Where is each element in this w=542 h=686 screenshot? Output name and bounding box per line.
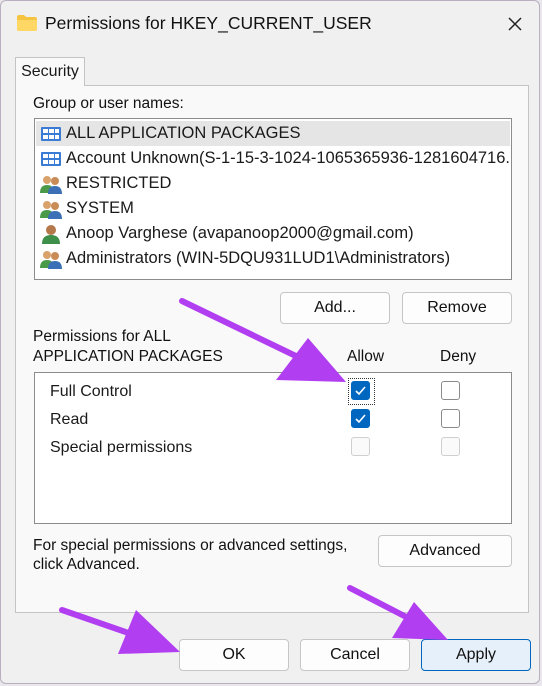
user-label: Administrators (WIN-5DQU931LUD1\Administ… bbox=[66, 249, 451, 267]
list-item[interactable]: SYSTEM bbox=[36, 196, 510, 221]
list-item[interactable]: Account Unknown(S-1-15-3-1024-1065365936… bbox=[36, 146, 510, 171]
group-users-icon bbox=[40, 175, 62, 194]
special-deny-checkbox bbox=[441, 437, 460, 456]
list-item[interactable]: ALL APPLICATION PACKAGES bbox=[36, 121, 510, 146]
single-user-icon bbox=[42, 224, 60, 244]
folder-icon bbox=[17, 15, 37, 31]
advanced-hint-line1: For special permissions or advanced sett… bbox=[33, 537, 348, 554]
add-button[interactable]: Add... bbox=[280, 292, 390, 324]
user-list[interactable]: ALL APPLICATION PACKAGES Account Unknown… bbox=[34, 118, 512, 280]
permissions-dialog: Permissions for HKEY_CURRENT_USER Securi… bbox=[0, 0, 540, 684]
user-label: Account Unknown(S-1-15-3-1024-1065365936… bbox=[66, 149, 510, 167]
cancel-button[interactable]: Cancel bbox=[300, 639, 410, 671]
permission-read: Read bbox=[50, 411, 89, 428]
title-bar: Permissions for HKEY_CURRENT_USER bbox=[1, 1, 539, 47]
user-label: ALL APPLICATION PACKAGES bbox=[66, 124, 301, 142]
ok-button[interactable]: OK bbox=[179, 639, 289, 671]
tab-security[interactable]: Security bbox=[15, 57, 85, 86]
full-control-allow-checkbox[interactable] bbox=[351, 381, 370, 400]
permissions-heading-line2: APPLICATION PACKAGES bbox=[33, 348, 223, 365]
user-label: RESTRICTED bbox=[66, 174, 172, 192]
remove-button[interactable]: Remove bbox=[402, 292, 512, 324]
advanced-button[interactable]: Advanced bbox=[378, 535, 512, 567]
advanced-hint-line2: click Advanced. bbox=[33, 556, 140, 573]
list-item[interactable]: RESTRICTED bbox=[36, 171, 510, 196]
user-label: Anoop Varghese (avapanoop2000@gmail.com) bbox=[66, 224, 414, 242]
apply-button[interactable]: Apply bbox=[421, 639, 531, 671]
app-packages-icon bbox=[41, 126, 61, 141]
deny-column-header: Deny bbox=[440, 348, 477, 365]
list-item[interactable]: Administrators (WIN-5DQU931LUD1\Administ… bbox=[36, 246, 510, 271]
allow-column-header: Allow bbox=[347, 348, 385, 365]
permissions-heading-line1: Permissions for ALL bbox=[33, 328, 171, 345]
permission-special: Special permissions bbox=[50, 439, 193, 456]
close-icon bbox=[508, 17, 522, 31]
special-allow-checkbox bbox=[351, 437, 370, 456]
group-names-heading: Group or user names: bbox=[33, 95, 184, 112]
checkmark-icon bbox=[355, 386, 366, 396]
close-button[interactable] bbox=[499, 9, 531, 39]
list-item[interactable]: Anoop Varghese (avapanoop2000@gmail.com) bbox=[36, 221, 510, 246]
full-control-deny-checkbox[interactable] bbox=[441, 381, 460, 400]
checkmark-icon bbox=[355, 414, 366, 424]
app-packages-icon bbox=[41, 151, 61, 166]
read-allow-checkbox[interactable] bbox=[351, 409, 370, 428]
group-users-icon bbox=[40, 200, 62, 219]
user-label: SYSTEM bbox=[66, 199, 134, 217]
read-deny-checkbox[interactable] bbox=[441, 409, 460, 428]
permission-full-control: Full Control bbox=[50, 383, 132, 400]
permissions-list: Full Control Read Special permissions bbox=[34, 372, 512, 524]
security-panel: Group or user names: ALL APPLICATION PAC… bbox=[15, 85, 529, 613]
dialog-title: Permissions for HKEY_CURRENT_USER bbox=[45, 13, 372, 33]
group-users-icon bbox=[40, 250, 62, 269]
